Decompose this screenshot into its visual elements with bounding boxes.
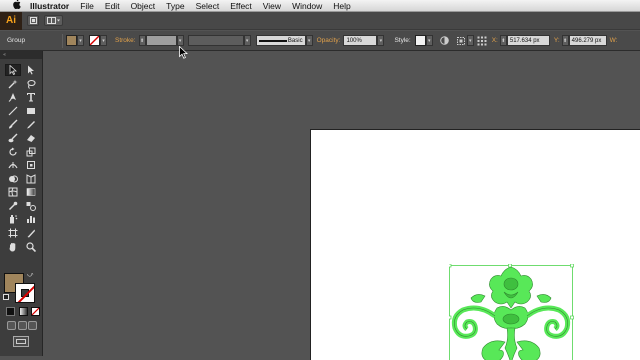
- arrange-documents-icon[interactable]: [44, 15, 63, 26]
- menu-bar: Illustrator File Edit Object Type Select…: [0, 0, 640, 12]
- pen-tool-icon[interactable]: [5, 91, 21, 103]
- zoom-tool-icon[interactable]: [23, 241, 39, 253]
- color-mode-buttons: [6, 307, 40, 316]
- menu-window[interactable]: Window: [287, 0, 328, 12]
- shape-builder-tool-icon[interactable]: [5, 173, 21, 185]
- control-bar: Group ▾ ▾ Stroke: ⬍ ▾ ▾ Basic ▾ Opacity:…: [0, 31, 640, 51]
- menu-help[interactable]: Help: [328, 0, 356, 12]
- y-stepper[interactable]: ⬍: [561, 35, 569, 46]
- profile-chevron-icon[interactable]: ▾: [243, 35, 251, 46]
- opacity-field[interactable]: 100%: [343, 35, 378, 46]
- recolor-artwork-icon[interactable]: [439, 35, 450, 46]
- color-mode-icon[interactable]: [6, 307, 15, 316]
- free-transform-tool-icon[interactable]: [23, 159, 39, 171]
- draw-inside-icon[interactable]: [28, 321, 37, 330]
- brush-name: Basic: [287, 37, 303, 44]
- blend-tool-icon[interactable]: [23, 200, 39, 212]
- y-position-field[interactable]: 496.279 px: [568, 35, 607, 46]
- menu-object[interactable]: Object: [125, 0, 161, 12]
- width-tool-icon[interactable]: [5, 159, 21, 171]
- style-label: Style:: [394, 37, 411, 44]
- pencil-tool-icon[interactable]: [23, 118, 39, 130]
- draw-normal-icon[interactable]: [7, 321, 16, 330]
- y-label[interactable]: Y:: [554, 37, 560, 44]
- tools-panel: « ⤻: [0, 51, 43, 356]
- opacity-chevron-icon[interactable]: ▾: [377, 35, 385, 46]
- tools-panel-collapse-button[interactable]: «: [0, 51, 42, 59]
- paintbrush-tool-icon[interactable]: [5, 118, 21, 130]
- menu-select[interactable]: Select: [190, 0, 225, 12]
- stroke-weight-chevron-icon[interactable]: ▾: [176, 35, 184, 46]
- mesh-tool-icon[interactable]: [5, 186, 21, 198]
- selection-type-label: Group: [7, 37, 26, 44]
- w-label[interactable]: W:: [610, 37, 618, 44]
- mouse-cursor-icon: [179, 45, 189, 61]
- lasso-tool-icon[interactable]: [23, 78, 39, 90]
- variable-width-profile-field[interactable]: [187, 35, 244, 46]
- blob-brush-tool-icon[interactable]: [5, 132, 21, 144]
- stroke-hole: [21, 289, 29, 297]
- app-logo: Ai: [0, 11, 22, 30]
- menu-illustrator[interactable]: Illustrator: [24, 0, 75, 12]
- tool-grid: [0, 59, 42, 253]
- symbol-sprayer-tool-icon[interactable]: [5, 213, 21, 225]
- align-chevron-icon[interactable]: ▾: [466, 35, 474, 46]
- menu-file[interactable]: File: [75, 0, 100, 12]
- screen-mode-icon[interactable]: [13, 336, 29, 347]
- type-tool-icon[interactable]: [23, 91, 39, 103]
- direct-selection-tool-icon[interactable]: [23, 64, 39, 76]
- stroke-weight-field[interactable]: [145, 35, 177, 46]
- stroke-swatch[interactable]: [89, 35, 100, 46]
- brush-chevron-icon[interactable]: ▾: [305, 35, 313, 46]
- draw-mode-buttons: [7, 321, 37, 330]
- align-to-selection-icon[interactable]: [456, 35, 467, 46]
- menu-effect[interactable]: Effect: [225, 0, 258, 12]
- menu-edit[interactable]: Edit: [99, 0, 125, 12]
- hand-tool-icon[interactable]: [5, 241, 21, 253]
- stroke-label[interactable]: Stroke:: [115, 37, 136, 44]
- gradient-mode-icon[interactable]: [18, 307, 28, 316]
- x-label[interactable]: X:: [492, 37, 498, 44]
- menu-type[interactable]: Type: [161, 0, 190, 12]
- column-graph-tool-icon[interactable]: [23, 213, 39, 225]
- menu-view[interactable]: View: [257, 0, 286, 12]
- scale-tool-icon[interactable]: [23, 145, 39, 157]
- illustrator-window: Illustrator File Edit Object Type Select…: [0, 0, 640, 360]
- fill-dropdown-chevron-icon[interactable]: ▾: [77, 35, 84, 46]
- none-mode-icon[interactable]: [31, 307, 40, 316]
- divider: [62, 33, 63, 48]
- reference-point-icon[interactable]: [477, 35, 488, 46]
- artboard-tool-icon[interactable]: [5, 227, 21, 239]
- rotate-tool-icon[interactable]: [5, 145, 21, 157]
- fill-stroke-widget: ⤻: [3, 271, 41, 303]
- graphic-style-swatch[interactable]: [414, 35, 426, 46]
- magic-wand-tool-icon[interactable]: [5, 78, 21, 90]
- brush-stroke-preview-icon: [258, 39, 287, 42]
- fill-swatch[interactable]: [66, 35, 77, 46]
- perspective-grid-tool-icon[interactable]: [23, 173, 39, 185]
- selected-damask-artwork[interactable]: [447, 263, 575, 360]
- document-icon[interactable]: [27, 15, 39, 26]
- x-position-field[interactable]: 517.634 px: [506, 35, 550, 46]
- stroke-dropdown-chevron-icon[interactable]: ▾: [100, 35, 107, 46]
- stroke-stepper[interactable]: ⬍: [138, 35, 146, 46]
- slice-tool-icon[interactable]: [23, 227, 39, 239]
- gradient-tool-icon[interactable]: [23, 186, 39, 198]
- rectangle-tool-icon[interactable]: [23, 105, 39, 117]
- line-segment-tool-icon[interactable]: [5, 105, 21, 117]
- application-bar: Ai: [0, 11, 640, 30]
- eyedropper-tool-icon[interactable]: [5, 200, 21, 212]
- style-chevron-icon[interactable]: ▾: [425, 35, 433, 46]
- stroke-color-box[interactable]: [15, 283, 35, 303]
- draw-behind-icon[interactable]: [17, 321, 27, 330]
- selection-tool-icon[interactable]: [5, 64, 21, 77]
- opacity-label[interactable]: Opacity:: [317, 37, 341, 44]
- swap-fill-stroke-icon[interactable]: ⤻: [27, 271, 33, 279]
- eraser-tool-icon[interactable]: [23, 132, 39, 144]
- x-stepper[interactable]: ⬍: [499, 35, 507, 46]
- default-fill-stroke-icon[interactable]: [3, 294, 9, 300]
- brush-definition-field[interactable]: Basic: [255, 35, 306, 46]
